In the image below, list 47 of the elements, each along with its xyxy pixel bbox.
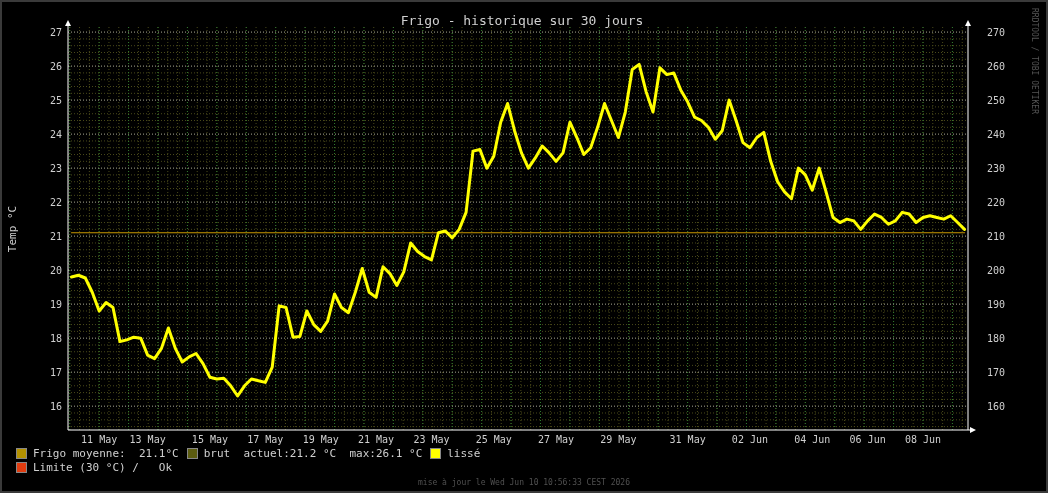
x-tick-label: 29 May [600,434,637,445]
x-tick-label: 06 Jun [849,434,886,445]
y-tick-label: 190 [987,299,1006,311]
y-tick-label: 210 [987,231,1006,243]
legend-label: lissé [447,446,481,460]
y-tick-label: 230 [987,163,1006,175]
x-tick-label: 13 May [129,434,166,445]
watermark-text: RRDTOOL / TOBI OETIKER [1030,8,1039,114]
update-timestamp: mise à jour le Wed Jun 10 10:56:33 CEST 2026 [417,478,631,488]
x-tick-label: 21 May [358,434,395,445]
x-tick-label: 17 May [247,434,284,445]
y-tick-label: 25 [49,95,62,107]
y-tick-label: 27 [49,27,62,39]
y-tick-label: 270 [987,27,1006,39]
legend-label: Frigo moyenne: 21.1°C [33,446,179,460]
y-tick-label: 22 [49,197,62,209]
x-tick-label: 04 Jun [794,434,831,445]
x-tick-label: 19 May [302,434,339,445]
y-tick-label: 26 [49,61,62,73]
y-tick-label: 18 [49,333,62,345]
x-tick-label: 27 May [538,434,575,445]
x-tick-label: 31 May [669,434,706,445]
y-tick-label: 160 [987,401,1006,413]
y-tick-label: 170 [987,367,1006,379]
legend-label: brut actuel:21.2 °C max:26.1 °C [203,446,423,460]
y-tick-label: 260 [987,61,1006,73]
x-tick-label: 25 May [475,434,512,445]
x-tick-label: 15 May [191,434,228,445]
chart-title: Frigo - historique sur 30 jours [400,13,644,28]
x-tick-label: 08 Jun [904,434,942,445]
y-tick-label: 220 [987,197,1006,209]
y-tick-label: 180 [987,333,1006,345]
y-tick-label: 21 [49,231,62,243]
y-tick-label: 240 [987,129,1006,141]
y-tick-label: 16 [49,401,62,413]
y-tick-label: 23 [49,163,62,175]
x-tick-label: 23 May [413,434,450,445]
x-tick-label: 02 Jun [731,434,768,445]
y-tick-label: 200 [987,265,1006,277]
x-tick-label: 11 May [81,434,118,445]
y-tick-label: 20 [49,265,62,277]
y-axis-label: Temp °C [6,205,19,253]
y-tick-label: 17 [49,367,62,379]
y-tick-label: 24 [49,129,62,141]
y-tick-label: 250 [987,95,1006,107]
legend-label: Limite (30 °C) / Ok [33,460,173,474]
y-tick-label: 19 [49,299,62,311]
